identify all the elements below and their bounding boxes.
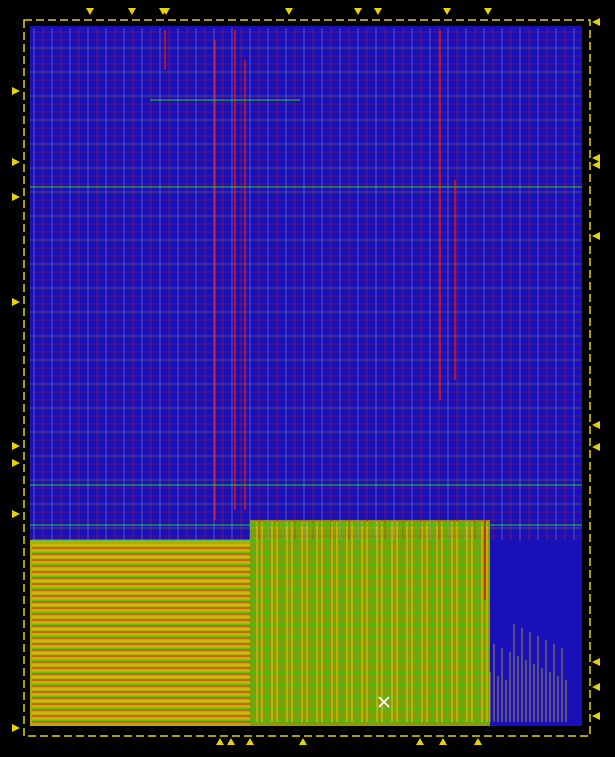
mixed-cell-region bbox=[250, 520, 490, 726]
chip-layout-canvas[interactable] bbox=[0, 0, 615, 757]
